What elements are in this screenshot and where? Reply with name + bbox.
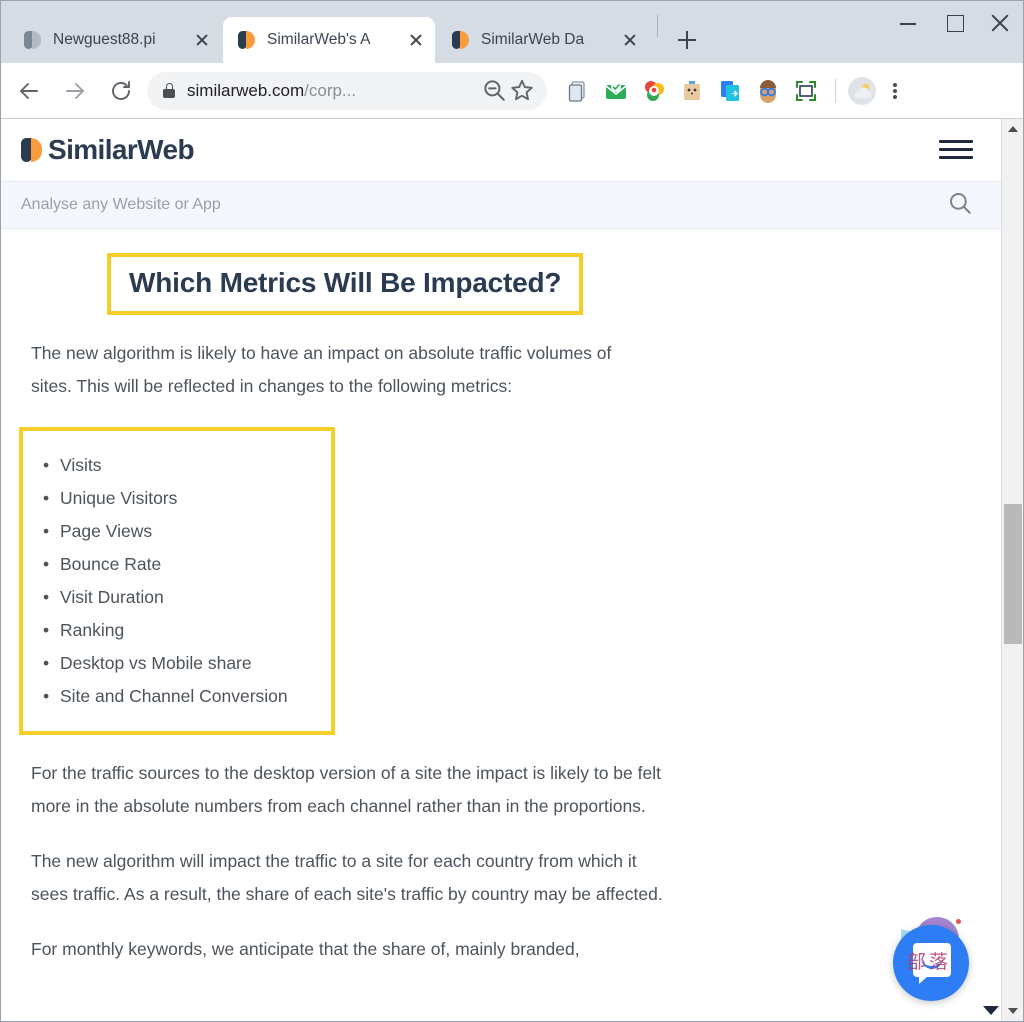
paragraph-3: The new algorithm will impact the traffi… (31, 851, 663, 904)
page-scrollbar[interactable] (1001, 119, 1023, 1021)
web-page: SimilarWeb Analyse any Website or App Wh… (1, 119, 1001, 1021)
site-search-bar[interactable]: Analyse any Website or App (1, 181, 1001, 229)
list-item: Visit Duration (43, 581, 331, 614)
robot-box-icon[interactable] (675, 74, 709, 108)
address-bar[interactable]: similarweb.com/corp... (147, 71, 547, 110)
google-colored-icon[interactable] (637, 74, 671, 108)
list-item: Site and Channel Conversion (43, 680, 331, 713)
scroll-up-arrow-icon[interactable] (1002, 119, 1023, 139)
lock-icon (163, 83, 175, 98)
profile-avatar[interactable] (848, 76, 876, 105)
site-search-placeholder: Analyse any Website or App (21, 196, 221, 213)
hamburger-menu-icon[interactable] (939, 137, 973, 163)
browser-menu-icon[interactable] (880, 74, 910, 108)
url-path: /corp... (304, 80, 357, 100)
close-button[interactable] (977, 1, 1023, 45)
reload-button[interactable] (101, 71, 141, 111)
url-domain: similarweb.com (187, 80, 305, 100)
new-tab-button[interactable] (670, 23, 704, 57)
window-controls (885, 1, 1023, 45)
browser-tab-3[interactable]: SimilarWeb Da (437, 17, 649, 63)
watermark-dot-icon (956, 919, 961, 924)
search-icon[interactable] (947, 190, 973, 221)
page-share-icon[interactable] (713, 74, 747, 108)
page-viewport: SimilarWeb Analyse any Website or App Wh… (1, 119, 1023, 1021)
list-item: Ranking (43, 614, 331, 647)
heading-highlight-box: Which Metrics Will Be Impacted? (107, 253, 584, 315)
paragraph-4: For monthly keywords, we anticipate that… (31, 939, 580, 959)
watermark-text: 部落 (907, 951, 952, 973)
back-button[interactable] (9, 71, 49, 111)
tab-close-icon[interactable] (191, 29, 213, 51)
page-title: Which Metrics Will Be Impacted? (129, 267, 562, 298)
maximize-button[interactable] (931, 1, 977, 45)
zoom-out-icon[interactable] (481, 77, 509, 105)
tab-title: SimilarWeb Da (481, 31, 585, 48)
article-content: Which Metrics Will Be Impacted? The new … (1, 229, 1001, 966)
list-item: Page Views (43, 515, 331, 548)
minimize-button[interactable] (885, 1, 931, 45)
similarweb-logo-icon (19, 136, 45, 164)
browser-tab-1[interactable]: Newguest88.pi (9, 17, 221, 63)
glasses-face-icon[interactable] (751, 74, 785, 108)
clipboard-pages-icon[interactable] (561, 74, 595, 108)
url-text: similarweb.com/corp... (187, 81, 481, 101)
chat-widget[interactable]: 部落 (893, 917, 973, 1001)
tab-title: SimilarWeb's A (267, 31, 371, 48)
list-item: Unique Visitors (43, 482, 331, 515)
scroll-down-indicator[interactable] (983, 1006, 999, 1015)
browser-window: Newguest88.pi SimilarWeb's A SimilarWeb … (0, 0, 1024, 1022)
similarweb-logo[interactable]: SimilarWeb (19, 134, 195, 166)
intro-paragraph: The new algorithm is likely to have an i… (31, 343, 612, 396)
capture-frame-icon[interactable] (789, 74, 823, 108)
tab-title: Newguest88.pi (53, 31, 156, 48)
list-item: Desktop vs Mobile share (43, 647, 331, 680)
extensions-bar (561, 74, 910, 108)
toolbar-divider (835, 78, 836, 103)
browser-toolbar: similarweb.com/corp... (1, 63, 1023, 119)
paragraph-2: For the traffic sources to the desktop v… (31, 763, 661, 816)
similarweb-favicon-grey-icon (23, 30, 43, 50)
tab-divider (657, 15, 658, 37)
forward-button[interactable] (55, 71, 95, 111)
scroll-down-arrow-icon[interactable] (1002, 1001, 1023, 1021)
tab-close-icon[interactable] (405, 29, 427, 51)
metrics-highlight-box: Visits Unique Visitors Page Views Bounce… (19, 427, 335, 735)
tab-close-icon[interactable] (619, 29, 641, 51)
tab-strip: Newguest88.pi SimilarWeb's A SimilarWeb … (1, 1, 1023, 63)
scrollbar-thumb[interactable] (1004, 504, 1022, 644)
bookmark-star-icon[interactable] (509, 77, 537, 105)
logo-text: SimilarWeb (48, 134, 195, 165)
site-header: SimilarWeb (1, 119, 1001, 181)
mail-check-icon[interactable] (599, 74, 633, 108)
list-item: Visits (43, 449, 331, 482)
similarweb-favicon-icon (237, 30, 257, 50)
browser-tab-2[interactable]: SimilarWeb's A (223, 17, 435, 63)
list-item: Bounce Rate (43, 548, 331, 581)
similarweb-favicon-icon (451, 30, 471, 50)
